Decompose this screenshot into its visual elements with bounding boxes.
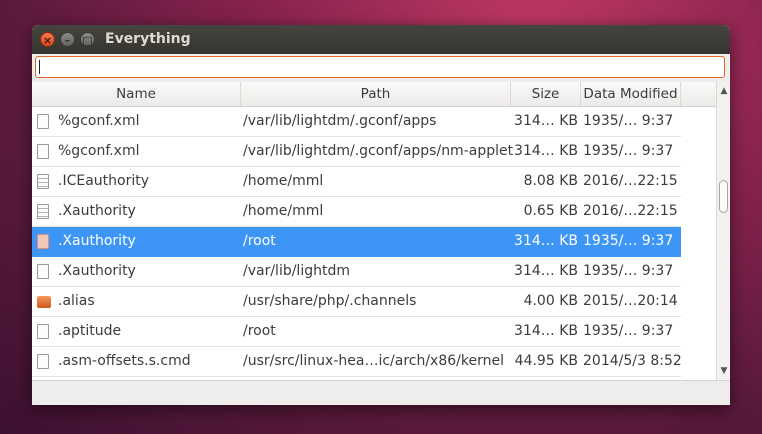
table-row[interactable]: .Xauthority/root 314… KB 1935/… 9:37 [32, 227, 681, 257]
file-name-cell: .ICEauthority [58, 173, 149, 189]
scrollbar-thumb[interactable] [719, 180, 728, 213]
column-size-header[interactable]: Size [511, 82, 581, 106]
file-path-cell: /usr/src/linux-hea…ic/arch/x86/kernel [243, 353, 504, 369]
maximize-button[interactable]: □ [80, 32, 95, 47]
file-size-cell: 314… KB [514, 263, 578, 279]
column-path-header[interactable]: Path [241, 82, 511, 106]
title-bar[interactable]: × – □ Everything [32, 25, 730, 54]
minimize-button[interactable]: – [60, 32, 75, 47]
file-name-cell: %gconf.xml [58, 113, 140, 129]
binary-file-icon [37, 174, 51, 190]
text-file-icon [37, 114, 51, 130]
results-list[interactable]: Name Path Size Data Modified %gconf.xml /… [32, 82, 716, 380]
scroll-up-icon[interactable]: ▲ [718, 85, 730, 97]
file-icon [37, 264, 51, 280]
file-name-cell: .alias [58, 293, 95, 309]
file-size-cell: 314… KB [514, 113, 578, 129]
text-cursor [39, 60, 40, 74]
file-path-cell: /usr/share/php/.channels [243, 293, 417, 309]
table-row[interactable]: .alias/usr/share/php/.channels 4.00 KB 201… [32, 287, 681, 317]
file-path-cell: /home/mml [243, 203, 324, 219]
date-modified-cell: 1935/… 9:37 [583, 233, 674, 249]
file-size-cell: 4.00 KB [523, 293, 578, 309]
binary-file-icon [37, 204, 51, 220]
file-path-cell: /home/mml [243, 173, 324, 189]
date-modified-cell: 1935/… 9:37 [583, 143, 674, 159]
file-icon [37, 354, 51, 370]
file-path-cell: /root [243, 323, 276, 339]
file-size-cell: 314… KB [514, 233, 578, 249]
status-bar [32, 380, 730, 405]
file-name-cell: .Xauthority [58, 203, 136, 219]
date-modified-cell: 2016/…22:15 [583, 203, 678, 219]
file-size-cell: 44.95 KB [514, 353, 578, 369]
table-row[interactable]: .aptitude/root 314… KB 1935/… 9:37 [32, 317, 681, 347]
table-row[interactable]: .Xauthority/var/lib/lightdm 314… KB 1935/…… [32, 257, 681, 287]
date-modified-cell: 2014/5/3 8:52 [583, 353, 682, 369]
date-modified-cell: 2016/…22:15 [583, 173, 678, 189]
file-name-cell: .Xauthority [58, 263, 136, 279]
maximize-icon: □ [82, 34, 93, 47]
file-name-cell: .asm-offsets.s.cmd [58, 353, 191, 369]
close-icon: × [42, 34, 53, 47]
scroll-down-icon[interactable]: ▼ [718, 365, 730, 377]
file-size-cell: 8.08 KB [523, 173, 578, 189]
vertical-scrollbar[interactable]: ▲ ▼ [716, 82, 730, 380]
date-modified-cell: 2015/…20:14 [583, 293, 678, 309]
minimize-icon: – [64, 34, 71, 47]
date-modified-cell: 1935/… 9:37 [583, 113, 674, 129]
file-path-cell: /var/lib/lightdm [243, 263, 350, 279]
file-size-cell: 314… KB [514, 323, 578, 339]
folder-icon [37, 294, 51, 310]
search-input[interactable] [35, 56, 725, 78]
file-size-cell: 314… KB [514, 143, 578, 159]
window-title: Everything [105, 31, 191, 47]
table-row[interactable]: .asm-offsets.s.cmd/usr/src/linux-hea…ic/… [32, 347, 682, 377]
date-modified-cell: 1935/… 9:37 [583, 323, 674, 339]
close-button[interactable]: × [40, 32, 55, 47]
table-row[interactable]: %gconf.xml/var/lib/lightdm/.gconf/apps/n… [32, 137, 681, 167]
column-date-header[interactable]: Data Modified [581, 82, 681, 106]
table-row[interactable]: %gconf.xml/var/lib/lightdm/.gconf/apps 31… [32, 107, 681, 137]
date-modified-cell: 1935/… 9:37 [583, 263, 674, 279]
file-path-cell: /root [243, 233, 276, 249]
app-window: × – □ Everything Name Path Size Data Mod… [32, 25, 730, 405]
file-name-cell: %gconf.xml [58, 143, 140, 159]
text-file-icon [37, 144, 51, 160]
file-name-cell: .aptitude [58, 323, 122, 339]
file-name-cell: .Xauthority [58, 233, 136, 249]
column-name-header[interactable]: Name [32, 82, 241, 106]
table-row[interactable]: .ICEauthority/home/mml 8.08 KB 2016/…22:15 [32, 167, 681, 197]
file-size-cell: 0.65 KB [523, 203, 578, 219]
table-row[interactable]: .Xauthority/home/mml 0.65 KB 2016/…22:15 [32, 197, 681, 227]
file-icon [37, 234, 51, 250]
file-path-cell: /var/lib/lightdm/.gconf/apps/nm-applet [243, 143, 513, 159]
file-path-cell: /var/lib/lightdm/.gconf/apps [243, 113, 437, 129]
file-icon [37, 324, 51, 340]
column-header: Name Path Size Data Modified [32, 82, 716, 107]
